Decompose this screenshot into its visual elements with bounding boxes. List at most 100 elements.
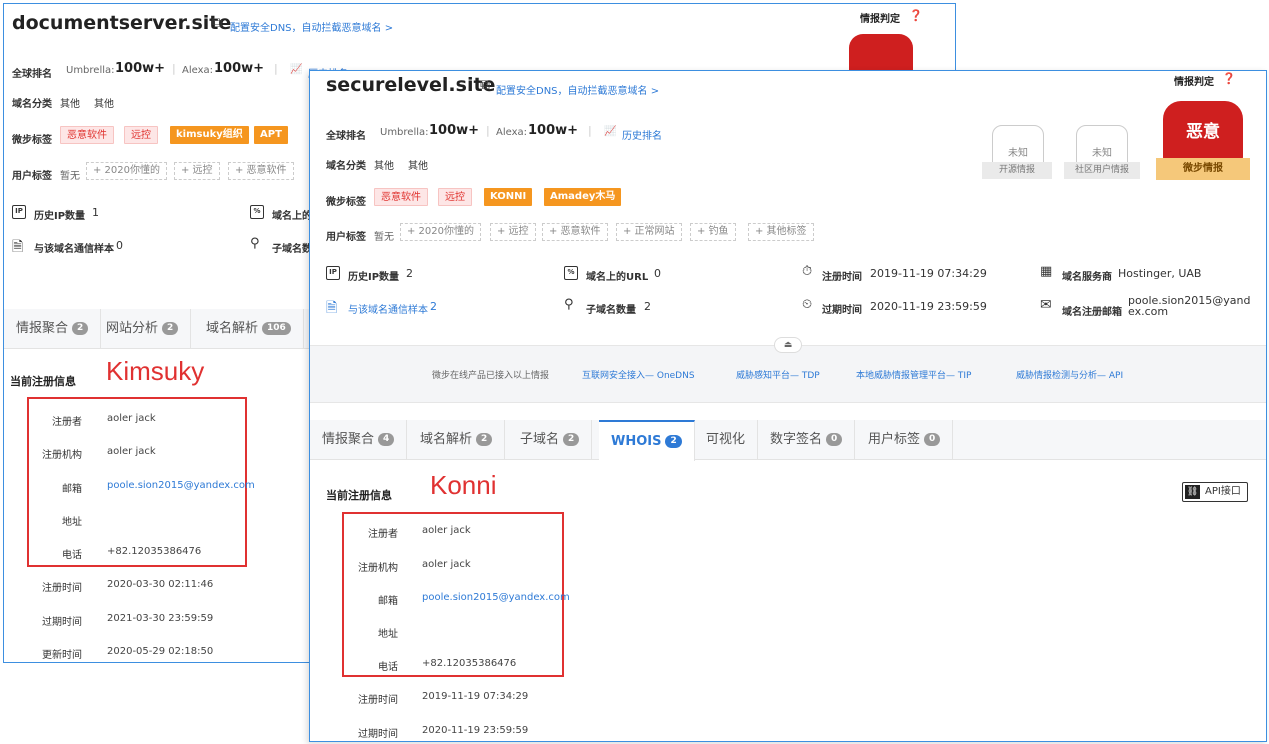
whois-value: aoler jack xyxy=(422,525,471,536)
whois-value: 2020-11-19 23:59:59 xyxy=(422,725,529,736)
whois-key: 地址 xyxy=(378,629,398,640)
divider: | xyxy=(486,124,490,137)
registrar-value: Hostinger, UAB xyxy=(1118,267,1202,280)
back-verdict-badge xyxy=(849,34,913,74)
tab-dns[interactable]: 域名解析 106 xyxy=(194,309,304,349)
tab-visualize[interactable]: 可视化 xyxy=(694,420,759,460)
url-label: 域名上的 xyxy=(272,211,312,222)
promo-link-onedns[interactable]: 互联网安全接入— OneDNS xyxy=(582,368,695,381)
malicious-verdict-badge: 恶意 xyxy=(1163,101,1243,163)
whois-value: +82.12035386476 xyxy=(107,546,202,557)
ip-icon: IP xyxy=(326,266,340,280)
add-tag-button[interactable]: + 正常网站 xyxy=(616,223,682,241)
add-tag-button[interactable]: + 恶意软件 xyxy=(228,162,294,180)
add-tag-button[interactable]: + 2020你懂的 xyxy=(400,223,482,241)
whois-email-link[interactable]: poole.sion2015@yandex.com xyxy=(422,592,570,603)
email-label: 域名注册邮箱 xyxy=(1062,307,1122,318)
whois-key: 过期时间 xyxy=(358,729,398,740)
back-dns-link[interactable]: 配置安全DNS，自动拦截恶意域名 > xyxy=(230,19,393,34)
divider: | xyxy=(588,124,592,137)
promo-link-api[interactable]: 威胁情报检测与分析— API xyxy=(1016,368,1123,381)
add-tag-button[interactable]: + 恶意软件 xyxy=(542,223,608,241)
alexa-label: Alexa: xyxy=(182,65,214,76)
tag-apt[interactable]: APT xyxy=(254,126,288,144)
community-label: 社区用户情报 xyxy=(1064,162,1140,179)
umbrella-label: Umbrella: xyxy=(66,65,115,76)
tab-subdomain[interactable]: 子域名 2 xyxy=(508,420,593,460)
whois-value: aoler jack xyxy=(422,559,471,570)
tab-whois[interactable]: WHOIS 2 xyxy=(599,420,695,461)
umbrella-value: 100w+ xyxy=(429,123,480,138)
promo-link-tdp[interactable]: 威胁感知平台— TDP xyxy=(736,368,820,381)
tab-signature[interactable]: 数字签名 0 xyxy=(758,420,856,460)
whois-key: 注册机构 xyxy=(42,450,82,461)
whois-key: 注册时间 xyxy=(358,695,398,706)
back-category-label: 域名分类 xyxy=(12,99,52,110)
whois-value: aoler jack xyxy=(107,413,156,424)
tab-intel[interactable]: 情报聚合 2 xyxy=(4,309,102,349)
tab-intel[interactable]: 情报聚合 4 xyxy=(310,420,408,460)
whois-key: 过期时间 xyxy=(42,617,82,628)
api-button[interactable]: ⛓ API接口 xyxy=(1182,482,1248,502)
ip-icon: IP xyxy=(12,205,26,219)
promo-bar: ⏏ 微步在线产品已接入以上情报 互联网安全接入— OneDNS 威胁感知平台— … xyxy=(310,337,1266,403)
document-icon: 🗎 xyxy=(326,300,338,316)
back-section-title: 当前注册信息 xyxy=(10,375,76,388)
whois-key: 电话 xyxy=(62,550,82,561)
back-micro-tag-label: 微步标签 xyxy=(12,135,52,146)
tab-website[interactable]: 网站分析 2 xyxy=(94,309,192,349)
whois-key: 注册者 xyxy=(368,529,398,540)
add-tag-button[interactable]: + 钓鱼 xyxy=(690,223,736,241)
front-micro-tag-label: 微步标签 xyxy=(326,197,366,208)
help-icon[interactable]: ❓ xyxy=(1222,72,1236,85)
collapse-icon[interactable]: ⏏ xyxy=(774,337,802,353)
alexa-value: 100w+ xyxy=(528,123,579,138)
promo-link-tip[interactable]: 本地威胁情报管理平台— TIP xyxy=(856,368,971,381)
tag-malware[interactable]: 恶意软件 xyxy=(374,188,428,206)
add-tag-button[interactable]: + 远控 xyxy=(490,223,536,241)
add-tag-button[interactable]: + 2020你懂的 xyxy=(86,162,168,180)
tag-kimsuky[interactable]: kimsuky组织 xyxy=(170,126,249,144)
whois-key: 注册机构 xyxy=(358,563,398,574)
open-source-label: 开源情报 xyxy=(982,162,1052,179)
tag-malware[interactable]: 恶意软件 xyxy=(60,126,114,144)
exp-time-label: 过期时间 xyxy=(822,305,862,316)
hist-ip-label: 历史IP数量 xyxy=(348,272,400,283)
tab-dns[interactable]: 域名解析 2 xyxy=(408,420,506,460)
tab-user-tags[interactable]: 用户标签 0 xyxy=(856,420,954,460)
tag-rat[interactable]: 远控 xyxy=(438,188,472,206)
front-dns-link[interactable]: 配置安全DNS，自动拦截恶意域名 > xyxy=(496,82,659,97)
comm-samples-value[interactable]: 2 xyxy=(430,300,437,313)
copy-icon[interactable]: ⧉ xyxy=(480,77,490,93)
copy-icon[interactable]: ⧉ xyxy=(212,15,222,31)
registrar-icon: ▦ xyxy=(1040,264,1053,279)
url-value: 0 xyxy=(654,267,661,280)
category-value: 其他 xyxy=(374,161,394,172)
back-domain-title: documentserver.site xyxy=(12,12,232,34)
help-icon[interactable]: ❓ xyxy=(909,9,923,22)
user-tag-none: 暂无 xyxy=(60,171,80,182)
whois-key: 更新时间 xyxy=(42,650,82,661)
user-tag-none: 暂无 xyxy=(374,232,394,243)
add-tag-button[interactable]: + 远控 xyxy=(174,162,220,180)
whois-email-link[interactable]: poole.sion2015@yandex.com xyxy=(107,480,255,491)
back-verdict-title: 情报判定 xyxy=(860,14,900,25)
comm-samples-label: 与该域名通信样本 xyxy=(34,244,114,255)
add-tag-button[interactable]: + 其他标签 xyxy=(748,223,814,241)
hist-ip-label: 历史IP数量 xyxy=(34,211,86,222)
umbrella-value: 100w+ xyxy=(115,61,166,76)
hist-ip-value: 2 xyxy=(406,267,413,280)
tag-konni[interactable]: KONNI xyxy=(484,188,533,206)
divider: | xyxy=(274,62,278,75)
alexa-label: Alexa: xyxy=(496,127,528,138)
whois-value: aoler jack xyxy=(107,446,156,457)
reg-time-label: 注册时间 xyxy=(822,272,862,283)
comm-samples-link[interactable]: 与该域名通信样本 xyxy=(348,301,428,316)
tag-rat[interactable]: 远控 xyxy=(124,126,158,144)
email-value-cont: ex.com xyxy=(1128,305,1169,318)
subdomain-value: 2 xyxy=(644,300,651,313)
front-history-rank-link[interactable]: 历史排名 xyxy=(622,127,662,142)
tag-amadey[interactable]: Amadey木马 xyxy=(544,188,622,206)
url-icon: % xyxy=(564,266,578,280)
comm-samples-value: 0 xyxy=(116,239,123,252)
